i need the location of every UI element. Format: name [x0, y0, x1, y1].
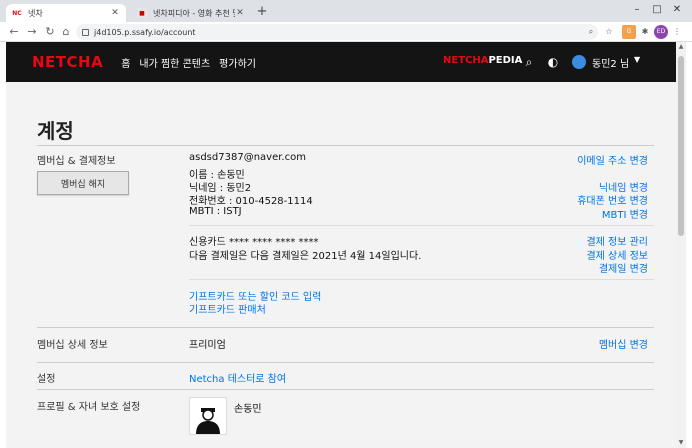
- browser-toolbar: ← → ↻ ⌂ j4d105.p.ssafy.io/account ⌕ ☆ G …: [0, 22, 692, 42]
- puzzle-icon[interactable]: ✱: [638, 25, 652, 39]
- reload-icon[interactable]: ↻: [42, 24, 58, 40]
- cancel-membership-button[interactable]: 멤버십 해지: [37, 171, 129, 195]
- divider: [37, 389, 654, 390]
- divider: [37, 362, 654, 363]
- forward-icon[interactable]: →: [24, 24, 40, 40]
- pedia-sub: PEDIA: [488, 55, 523, 66]
- pedia-favicon-icon: ■: [137, 8, 147, 18]
- back-icon[interactable]: ←: [6, 24, 22, 40]
- new-tab-icon[interactable]: +: [255, 5, 269, 19]
- zoom-icon[interactable]: ⌕: [584, 25, 598, 39]
- home-icon[interactable]: ⌂: [58, 24, 74, 40]
- change-email-link[interactable]: 이메일 주소 변경: [577, 152, 648, 167]
- window-close-icon[interactable]: ✕: [662, 2, 692, 18]
- netcha-logo[interactable]: NETCHA: [32, 53, 103, 71]
- avatar[interactable]: [572, 55, 586, 69]
- divider: [37, 327, 654, 328]
- plan-value: 프리미엄: [189, 340, 226, 351]
- nav-home[interactable]: 홈: [121, 55, 130, 70]
- manage-payment-link[interactable]: 결제 정보 관리: [586, 233, 648, 248]
- membership-detail-label: 멤버십 상세 정보: [37, 340, 108, 351]
- next-payment-value: 다음 결제일은 다음 결제일은 2021년 4월 14일입니다.: [189, 251, 422, 262]
- profile-image[interactable]: [189, 397, 227, 435]
- profile-settings-label: 프로필 & 자녀 보호 설정: [37, 402, 141, 413]
- change-phone-link[interactable]: 휴대폰 번호 변경: [577, 192, 648, 207]
- divider: [189, 279, 654, 280]
- phone-value: 전화번호 : 010-4528-1114: [189, 196, 313, 207]
- nav-rate[interactable]: 평가하기: [219, 55, 256, 70]
- email-value: asdsd7387@naver.com: [189, 152, 306, 163]
- gift-store-link[interactable]: 기프트카드 판매처: [189, 301, 266, 316]
- netcha-favicon-icon: NC: [12, 9, 22, 17]
- nav-wishlist[interactable]: 내가 찜한 콘텐츠: [139, 55, 210, 70]
- extension-icon[interactable]: G: [622, 25, 636, 39]
- tab-title: 넷차: [28, 8, 43, 18]
- tab-strip: NC 넷차 ✕ ■ 넷차피디아 - 영화 추천 및 평가 ✕ + – □ ✕: [0, 0, 692, 22]
- search-icon[interactable]: ⌕: [522, 55, 536, 69]
- star-icon[interactable]: ☆: [602, 25, 616, 39]
- profile-name: 손동민: [234, 404, 262, 415]
- tab-netcha[interactable]: NC 넷차 ✕: [6, 4, 126, 22]
- netchapedia-logo[interactable]: NETCHAPEDIA: [443, 55, 522, 66]
- close-tab-icon[interactable]: ✕: [110, 8, 120, 18]
- scroll-thumb[interactable]: [678, 56, 684, 236]
- user-name[interactable]: 동민2 님: [592, 55, 629, 70]
- person-icon: [196, 408, 220, 434]
- caret-down-icon[interactable]: ▼: [634, 55, 640, 64]
- change-mbti-link[interactable]: MBTI 변경: [602, 206, 648, 221]
- change-plan-link[interactable]: 멤버십 변경: [599, 336, 648, 351]
- tab-netchapedia[interactable]: ■ 넷차피디아 - 영화 추천 및 평가 ✕: [131, 4, 251, 22]
- membership-label: 멤버십 & 결제정보: [37, 156, 116, 167]
- card-value: 신용카드 **** **** **** ****: [189, 237, 319, 248]
- settings-label: 설정: [37, 374, 56, 385]
- tab-title: 넷차피디아 - 영화 추천 및 평가: [153, 8, 235, 18]
- scroll-up-icon[interactable]: ▲: [676, 42, 686, 52]
- divider: [37, 145, 654, 146]
- page-title: 계정: [37, 119, 74, 143]
- menu-icon[interactable]: ⋮: [670, 25, 684, 39]
- scrollbar[interactable]: ▲ ▼: [676, 42, 686, 448]
- site-header: NETCHA 홈 내가 찜한 콘텐츠 평가하기 NETCHAPEDIA ⌕ ◐ …: [6, 42, 682, 82]
- pedia-main: NETCHA: [443, 55, 489, 66]
- url-text: j4d105.p.ssafy.io/account: [94, 27, 196, 37]
- address-bar[interactable]: j4d105.p.ssafy.io/account: [76, 24, 598, 40]
- account-page: 계정 멤버십 & 결제정보 멤버십 해지 asdsd7387@naver.com…: [6, 82, 676, 448]
- mbti-value: MBTI : ISTJ: [189, 206, 242, 217]
- theme-toggle-icon[interactable]: ◐: [546, 55, 560, 69]
- profile-avatar-icon[interactable]: ED: [654, 25, 668, 39]
- scroll-down-icon[interactable]: ▼: [676, 438, 686, 448]
- join-tester-link[interactable]: Netcha 테스터로 참여: [189, 370, 286, 385]
- change-payment-date-link[interactable]: 결제일 변경: [599, 260, 648, 275]
- close-tab-icon[interactable]: ✕: [235, 8, 245, 18]
- lock-icon: [82, 28, 89, 36]
- divider: [189, 225, 654, 226]
